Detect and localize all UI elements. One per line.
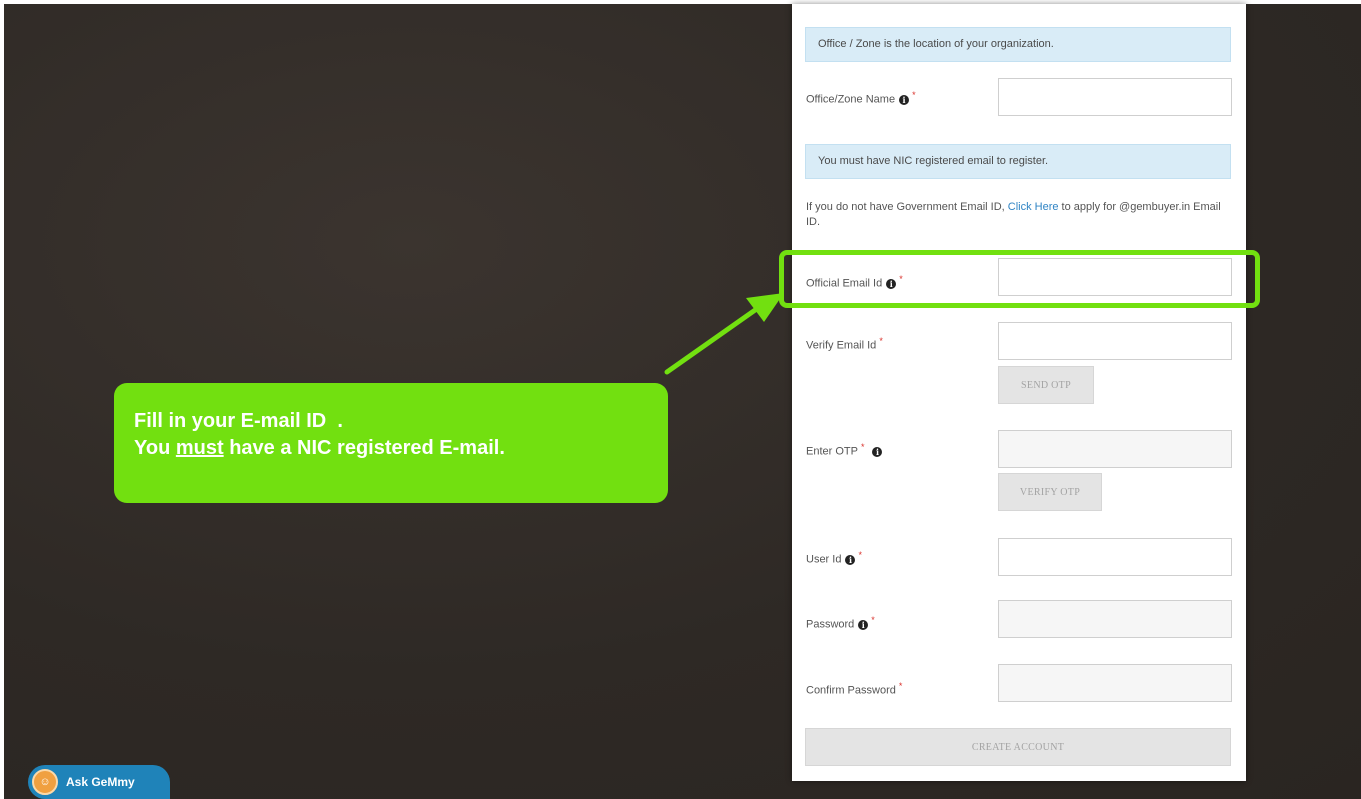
password-input[interactable] <box>998 600 1232 638</box>
confirm-password-input[interactable] <box>998 664 1232 702</box>
required-marker: * <box>858 550 862 560</box>
required-marker: * <box>860 442 865 452</box>
office-info-box: Office / Zone is the location of your or… <box>805 27 1231 62</box>
callout-line-2-suffix: have a NIC registered E-mail. <box>223 437 505 459</box>
nic-info-box: You must have NIC registered email to re… <box>805 144 1231 179</box>
office-zone-input[interactable] <box>998 78 1232 116</box>
required-marker: * <box>879 336 883 346</box>
registration-form: Office / Zone is the location of your or… <box>792 4 1246 781</box>
otp-input[interactable] <box>998 430 1232 468</box>
ask-gemmy-label: Ask GeMmy <box>66 775 135 789</box>
enter-otp-label-text: Enter OTP <box>806 445 858 458</box>
user-id-label-text: User Id <box>806 553 842 566</box>
gov-email-note: If you do not have Government Email ID, … <box>806 200 1226 230</box>
office-zone-label: Office/Zone Name i * <box>806 90 916 106</box>
send-otp-button[interactable]: SEND OTP <box>998 366 1094 404</box>
required-marker: * <box>898 681 903 691</box>
password-label: Password i * <box>806 615 875 631</box>
info-icon[interactable]: i <box>858 619 869 630</box>
verify-email-label-text: Verify Email Id <box>806 339 877 352</box>
callout-line-2-prefix: You <box>134 437 176 459</box>
email-field-highlight <box>779 250 1260 308</box>
note-prefix: If you do not have Government Email ID, <box>806 201 1008 213</box>
user-id-input[interactable] <box>998 538 1232 576</box>
required-marker: * <box>912 90 916 100</box>
password-label-text: Password <box>806 618 855 631</box>
verify-email-input[interactable] <box>998 322 1232 360</box>
click-here-link[interactable]: Click Here <box>1008 201 1059 213</box>
callout-line-2: You must have a NIC registered E-mail. <box>134 435 668 462</box>
verify-email-label: Verify Email Id * <box>806 336 883 352</box>
required-marker: * <box>871 615 875 625</box>
office-info-text: Office / Zone is the location of your or… <box>818 38 1054 50</box>
tutorial-callout: Fill in your E-mail ID . You must have a… <box>114 383 668 503</box>
user-id-label: User Id i * <box>806 550 862 566</box>
callout-emphasis: must <box>175 437 224 459</box>
info-icon[interactable]: i <box>872 446 883 457</box>
create-account-button[interactable]: CREATE ACCOUNT <box>805 728 1231 766</box>
nic-info-text: You must have NIC registered email to re… <box>818 155 1049 167</box>
info-icon[interactable]: i <box>845 554 856 565</box>
verify-otp-button[interactable]: VERIFY OTP <box>998 473 1102 511</box>
office-zone-label-text: Office/Zone Name <box>806 93 896 106</box>
confirm-password-label: Confirm Password * <box>806 681 902 697</box>
info-icon[interactable]: i <box>899 94 910 105</box>
enter-otp-label: Enter OTP * i <box>806 442 883 458</box>
callout-line-1: Fill in your E-mail ID . <box>134 410 343 432</box>
gemmy-avatar-icon: ☺ <box>32 769 58 795</box>
ask-gemmy-button[interactable]: ☺ Ask GeMmy <box>28 765 170 799</box>
confirm-password-label-text: Confirm Password <box>806 684 896 697</box>
